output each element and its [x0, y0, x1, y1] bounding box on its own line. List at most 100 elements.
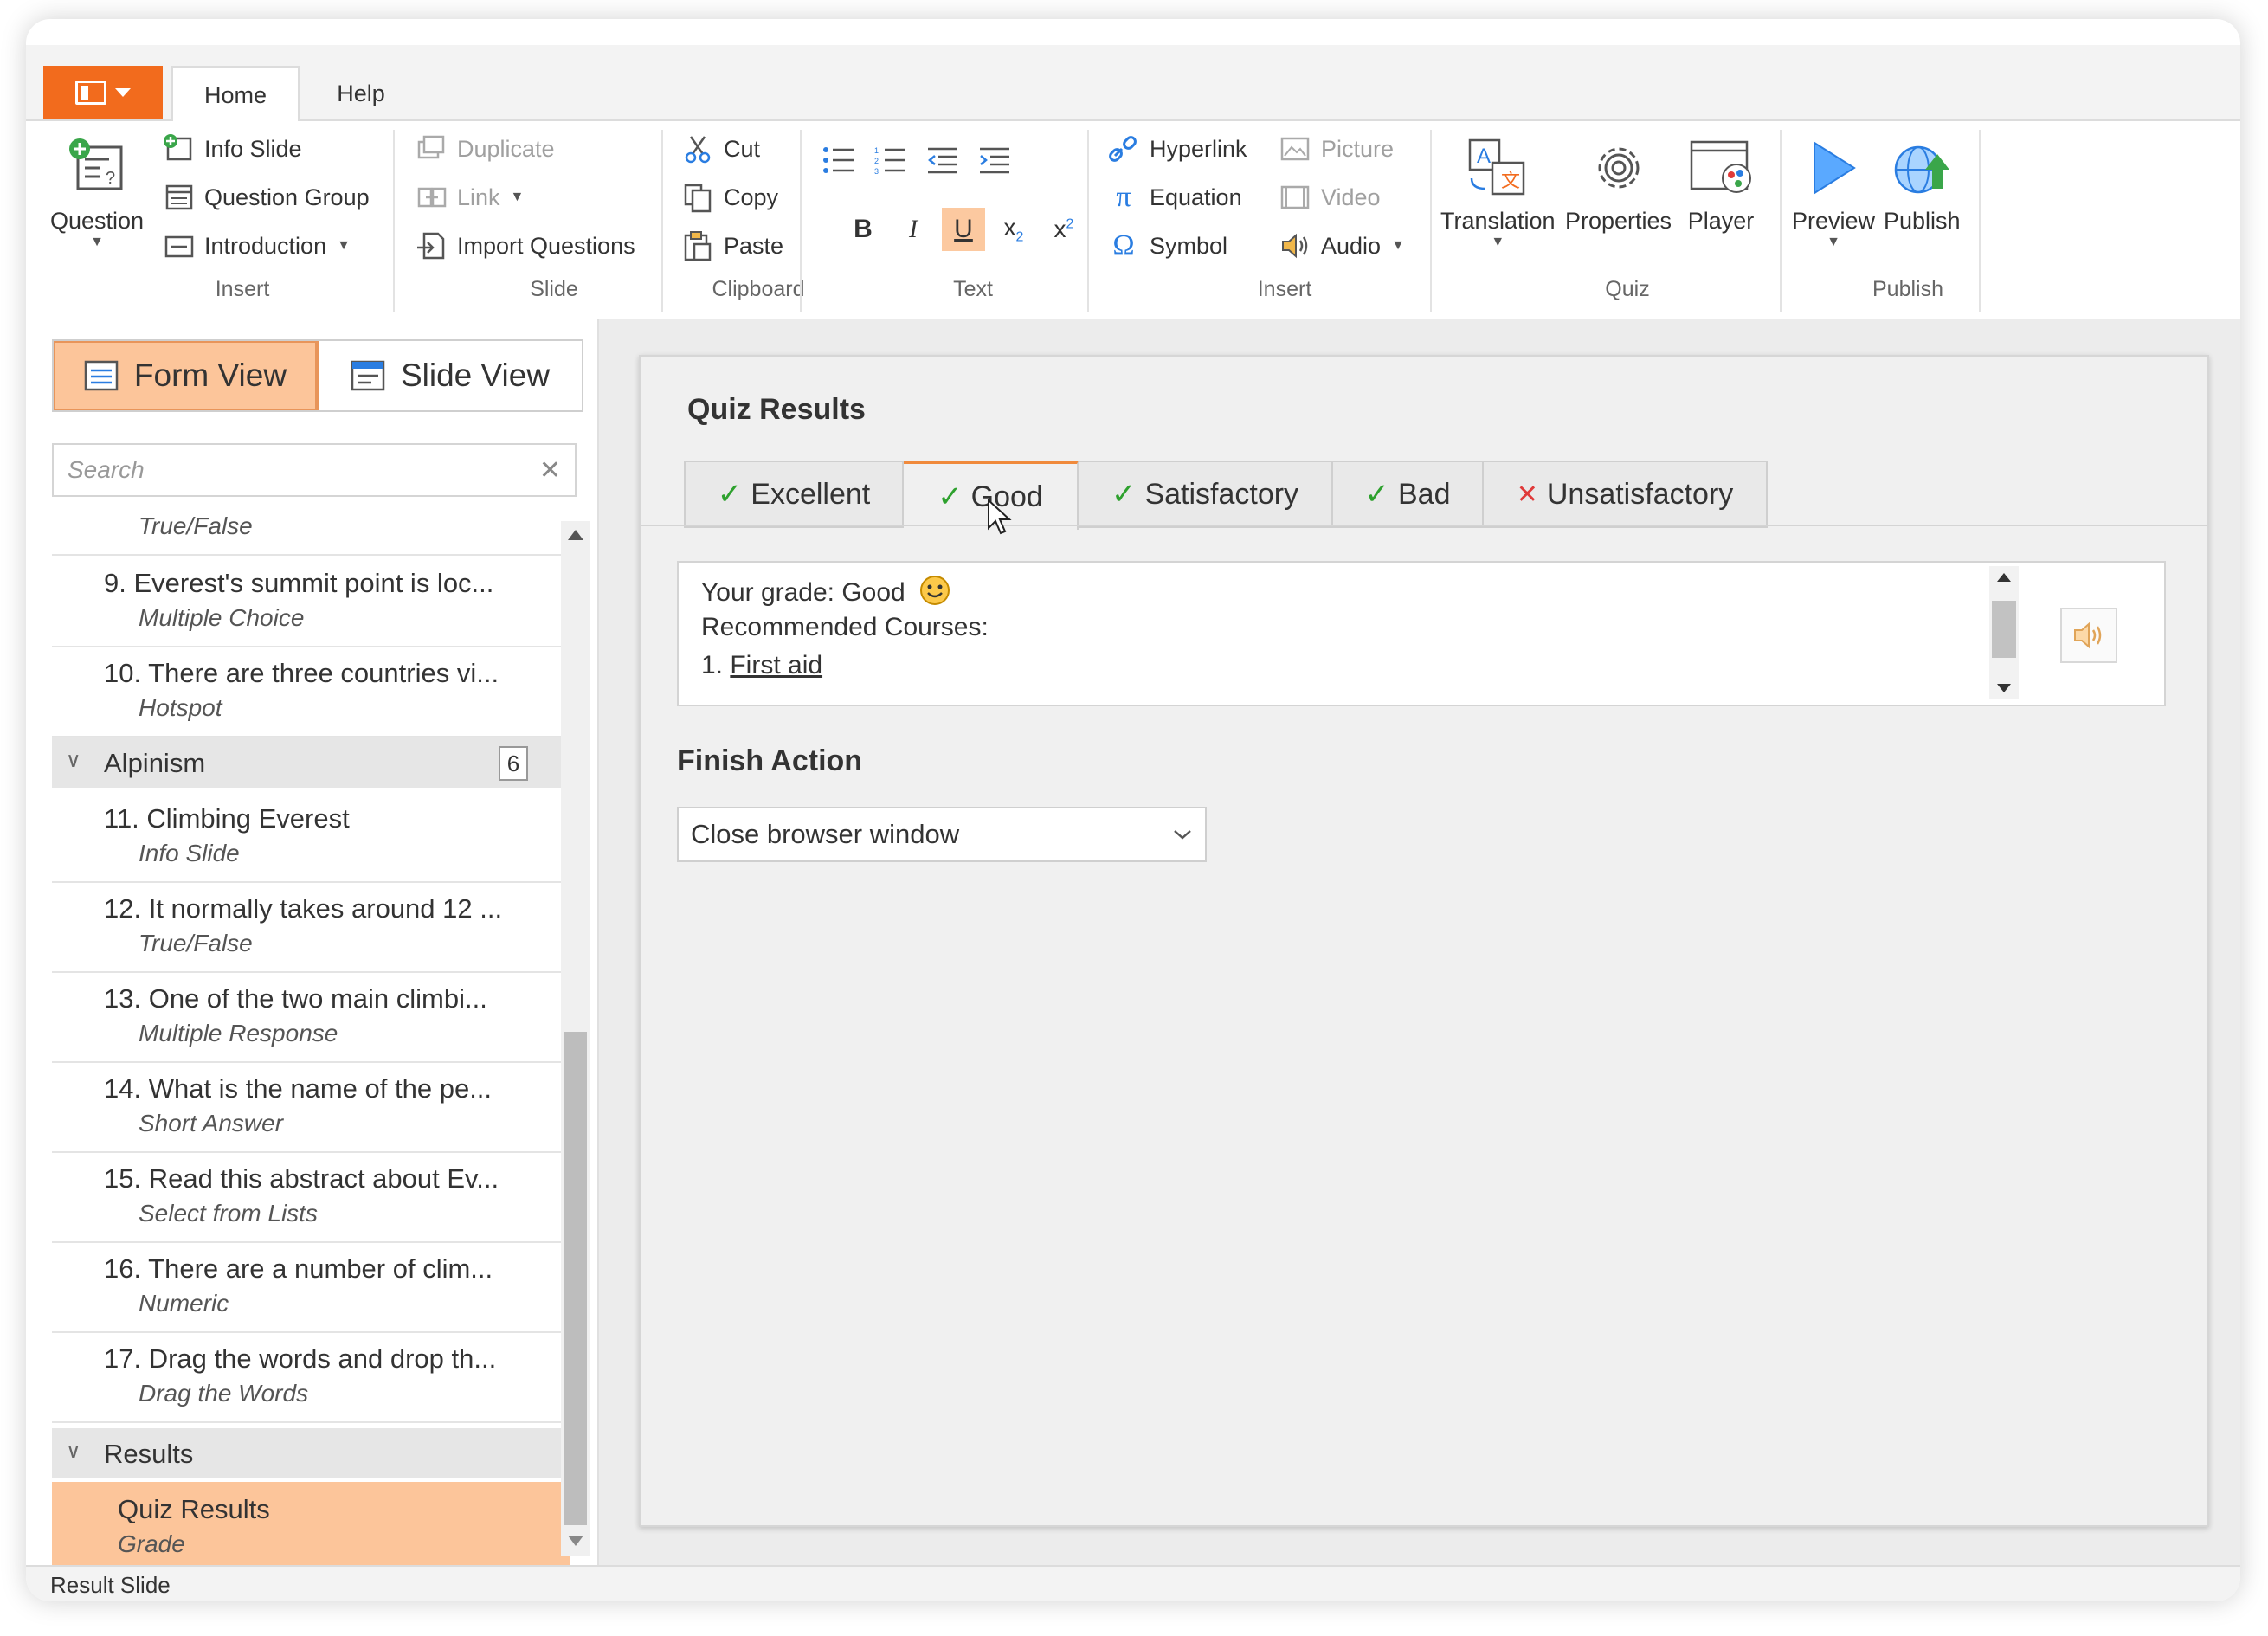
info-slide-button[interactable]: Info Slide [163, 133, 302, 164]
tab-help[interactable]: Help [305, 66, 417, 121]
list-number: 1. [701, 651, 731, 680]
clear-search-icon[interactable]: ✕ [539, 455, 561, 486]
chevron-down-icon[interactable]: ∨ [66, 748, 81, 773]
form-view-button[interactable]: Form View [54, 341, 319, 410]
question-icon: ? [62, 133, 132, 203]
chevron-down-icon[interactable]: ∨ [66, 1439, 81, 1464]
duplicate-button[interactable]: Duplicate [416, 133, 555, 164]
group-separator [393, 130, 395, 312]
group-separator [1430, 130, 1432, 312]
list-item[interactable]: 13. One of the two main climbi... Multip… [52, 971, 570, 1063]
bold-button[interactable]: B [841, 208, 885, 251]
list-item[interactable]: 15. Read this abstract about Ev... Selec… [52, 1151, 570, 1243]
group-separator [1780, 130, 1782, 312]
introduction-button[interactable]: Introduction ▼ [163, 230, 351, 261]
dropdown-arrow-icon: ▼ [510, 190, 525, 204]
tree-group-name: Alpinism [104, 748, 206, 778]
numbered-list-button[interactable]: 1 2 3 [869, 138, 912, 182]
list-item[interactable]: 10. There are three countries vi... Hots… [52, 646, 570, 737]
dropdown-arrow-icon: ▼ [1827, 235, 1840, 249]
tree-scrollbar[interactable] [561, 521, 590, 1556]
tab-unsatisfactory[interactable]: ✕ Unsatisfactory [1484, 461, 1768, 528]
bulleted-list-button[interactable] [817, 138, 860, 182]
question-label: Question [50, 208, 145, 234]
preview-button[interactable]: Preview ▼ [1792, 133, 1875, 250]
symbol-button[interactable]: Ω Symbol [1108, 229, 1227, 261]
info-slide-icon [163, 133, 194, 164]
slide-view-button[interactable]: Slide View [319, 341, 582, 410]
list-item-title: 16. There are a number of clim... [104, 1253, 493, 1284]
list-item[interactable]: 11. Climbing Everest Info Slide [52, 791, 570, 883]
scrollbar-thumb[interactable] [564, 1032, 587, 1525]
search-input[interactable]: Search ✕ [52, 443, 577, 497]
slide-view-icon [351, 360, 385, 391]
increase-indent-button[interactable] [973, 138, 1016, 182]
list-item-selected[interactable]: Quiz Results Grade [52, 1482, 570, 1565]
list-item[interactable]: 9. Everest's summit point is loc... Mult… [52, 556, 570, 647]
group-separator [800, 130, 802, 312]
info-slide-label: Info Slide [204, 135, 302, 162]
list-item-title: 12. It normally takes around 12 ... [104, 893, 503, 924]
publish-button[interactable]: Publish [1884, 133, 1961, 235]
list-item[interactable]: 12. It normally takes around 12 ... True… [52, 881, 570, 973]
scroll-up-arrow-icon[interactable] [568, 530, 583, 540]
list-item[interactable]: True/False [52, 516, 570, 556]
scroll-up-arrow-icon[interactable] [1997, 573, 2011, 582]
tree-group-results[interactable]: ∨ Results [52, 1428, 570, 1478]
tab-label: Bad [1398, 477, 1451, 511]
import-questions-button[interactable]: Import Questions [416, 230, 635, 261]
tab-divider [641, 525, 2207, 526]
editor-scrollbar[interactable] [1989, 566, 2019, 699]
result-slide-card: Quiz Results ✓ Excellent ✓ Good ✓ Satisf… [639, 355, 2209, 1527]
list-item-type: Grade [118, 1530, 185, 1557]
speaker-icon [2074, 622, 2102, 649]
finish-action-select[interactable]: Close browser window [677, 807, 1207, 862]
add-sound-button[interactable] [2060, 608, 2117, 663]
tab-home[interactable]: Home [171, 66, 300, 123]
cut-button[interactable]: Cut [682, 133, 760, 164]
list-item-title: 11. Climbing Everest [104, 803, 350, 834]
italic-button[interactable]: I [892, 208, 935, 251]
status-text: Result Slide [50, 1572, 171, 1598]
video-button[interactable]: Video [1279, 182, 1381, 213]
decrease-indent-button[interactable] [921, 138, 964, 182]
question-button[interactable]: ? Question ▼ [50, 133, 144, 250]
grade-message-editor[interactable]: Your grade: Good Recommended Courses: 1.… [677, 561, 2166, 706]
tab-satisfactory[interactable]: ✓ Satisfactory [1079, 461, 1333, 528]
scrollbar-thumb[interactable] [1992, 601, 2016, 658]
list-item[interactable]: 14. What is the name of the pe... Short … [52, 1061, 570, 1153]
numbered-list-icon: 1 2 3 [874, 146, 905, 175]
list-item-type: Hotspot [139, 694, 222, 721]
tab-excellent[interactable]: ✓ Excellent [684, 461, 904, 528]
dropdown-arrow-icon: ▼ [90, 235, 104, 249]
audio-button[interactable]: Audio ▼ [1279, 230, 1405, 261]
player-button[interactable]: Player [1686, 133, 1756, 235]
paste-button[interactable]: Paste [682, 230, 783, 261]
hyperlink-icon [1108, 133, 1139, 164]
course-link[interactable]: First aid [730, 651, 822, 680]
picture-button[interactable]: Picture [1279, 133, 1394, 164]
cross-icon: ✕ [1516, 480, 1538, 509]
list-item-title: 10. There are three countries vi... [104, 658, 499, 688]
app-menu-button[interactable] [43, 66, 163, 119]
list-item[interactable]: 17. Drag the words and drop th... Drag t… [52, 1331, 570, 1423]
link-button[interactable]: Link ▼ [416, 182, 524, 213]
scroll-down-arrow-icon[interactable] [568, 1536, 583, 1546]
list-item[interactable]: 16. There are a number of clim... Numeri… [52, 1241, 570, 1333]
copy-button[interactable]: Copy [682, 182, 778, 213]
equation-button[interactable]: π Equation [1108, 181, 1241, 213]
underline-button[interactable]: U [942, 208, 985, 251]
check-icon: ✓ [1364, 478, 1390, 511]
subscript-button[interactable]: x2 [992, 208, 1035, 251]
mouse-cursor-icon [988, 499, 1012, 535]
tree-group-alpinism[interactable]: ∨ Alpinism 6 [52, 737, 570, 788]
scroll-down-arrow-icon[interactable] [1997, 684, 2011, 692]
play-icon [1799, 133, 1868, 203]
superscript-button[interactable]: x2 [1042, 208, 1086, 251]
properties-button[interactable]: Properties [1565, 133, 1672, 235]
translation-button[interactable]: A文 Translation ▼ [1440, 133, 1556, 250]
question-group-button[interactable]: Question Group [163, 182, 370, 213]
paste-icon [682, 230, 713, 261]
hyperlink-button[interactable]: Hyperlink [1108, 133, 1247, 164]
tab-bad[interactable]: ✓ Bad [1333, 461, 1484, 528]
